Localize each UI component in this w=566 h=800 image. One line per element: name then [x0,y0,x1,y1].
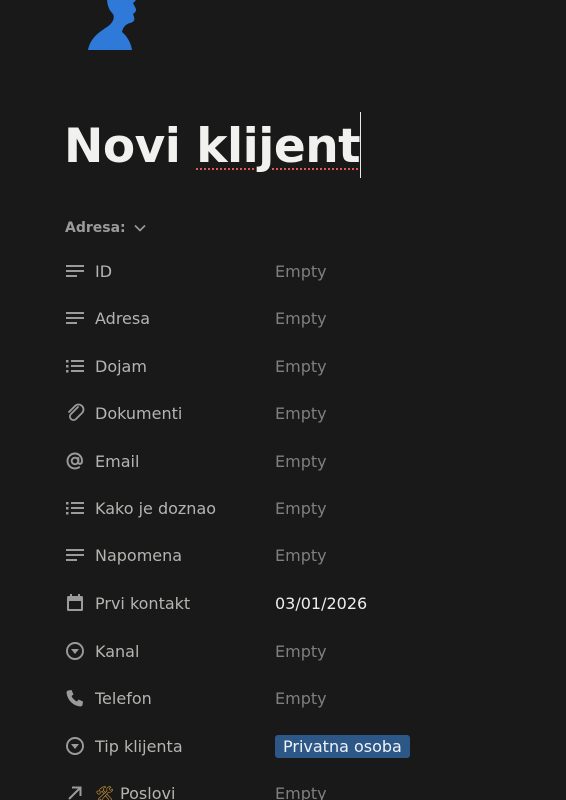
select-icon [64,735,86,757]
property-label: Kako je doznao [95,498,217,518]
property-value-date[interactable]: 03/01/2026 [275,594,367,613]
property-row-poslovi[interactable]: 🛠 Poslovi Empty [64,778,484,800]
property-row-prvi-kontakt[interactable]: Prvi kontakt 03/01/2026 [64,588,484,618]
property-label: Poslovi [120,783,176,800]
person-icon[interactable] [86,0,146,52]
property-value-select[interactable]: Privatna osoba [275,734,410,758]
text-lines-icon [64,307,86,329]
title-text-misspelled: klijent [196,119,361,174]
page: Novi klijent Adresa: ID Empty Adresa Emp… [0,0,566,800]
property-value[interactable]: Empty [275,546,327,565]
property-row-email[interactable]: Email Empty [64,446,484,476]
text-lines-icon [64,544,86,566]
property-row-adresa[interactable]: Adresa Empty [64,303,484,333]
property-value[interactable]: Empty [275,357,327,376]
property-value[interactable]: Empty [275,784,327,800]
property-value[interactable]: Empty [275,642,327,661]
property-row-kako-je-doznao[interactable]: Kako je doznao Empty [64,493,484,523]
text-lines-icon [64,260,86,282]
list-icon [64,497,86,519]
property-label: Tip klijenta [95,736,183,756]
property-row-tip-klijenta[interactable]: Tip klijenta Privatna osoba [64,731,484,761]
relation-arrow-icon [64,782,86,800]
property-row-telefon[interactable]: Telefon Empty [64,683,484,713]
property-label: Kanal [95,641,140,661]
property-value[interactable]: Empty [275,262,327,281]
list-icon [64,355,86,377]
section-toggle-adresa[interactable]: Adresa: [65,218,146,238]
paperclip-icon [64,402,86,424]
property-value[interactable]: Empty [275,499,327,518]
select-icon [64,640,86,662]
chevron-down-icon [134,224,146,232]
property-value[interactable]: Empty [275,452,327,471]
property-value[interactable]: Empty [275,309,327,328]
property-row-kanal[interactable]: Kanal Empty [64,636,484,666]
property-row-id[interactable]: ID Empty [64,256,484,286]
property-label-with-emoji: 🛠 Poslovi [95,784,275,800]
property-label: Dojam [95,356,147,376]
title-text: Novi [64,119,197,174]
property-label: Dokumenti [95,403,183,423]
property-value[interactable]: Empty [275,689,327,708]
property-label: Napomena [95,545,183,565]
select-tag[interactable]: Privatna osoba [275,734,410,758]
section-label: Adresa: [65,220,126,236]
property-row-napomena[interactable]: Napomena Empty [64,540,484,570]
hammer-wrench-icon: 🛠 [95,784,115,800]
property-label: Email [95,451,140,471]
property-value[interactable]: Empty [275,404,327,423]
property-row-dokumenti[interactable]: Dokumenti Empty [64,398,484,428]
property-label: Adresa [95,308,151,328]
phone-icon [64,687,86,709]
page-title[interactable]: Novi klijent [64,112,362,178]
property-label: ID [95,261,113,281]
at-icon [64,450,86,472]
property-label: Prvi kontakt [95,593,191,613]
text-caret [360,112,362,178]
property-row-dojam[interactable]: Dojam Empty [64,351,484,381]
calendar-icon [64,592,86,614]
property-label: Telefon [95,688,152,708]
